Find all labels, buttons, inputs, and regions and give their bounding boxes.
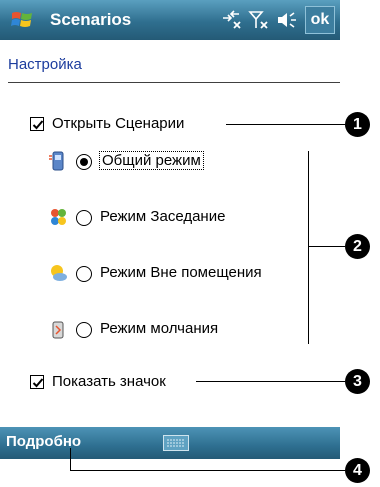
heading-divider	[8, 82, 340, 83]
callout-line-4-vertical	[70, 448, 71, 470]
show-icon-label[interactable]: Показать значок	[52, 373, 166, 390]
keyboard-icon[interactable]	[163, 435, 189, 451]
phone-icon	[49, 151, 64, 171]
radio-mode-outdoor[interactable]	[76, 266, 92, 282]
callout-line-4-horizontal	[70, 470, 345, 471]
callout-marker-4: 4	[345, 458, 370, 483]
menu-bar: Подробно	[0, 427, 340, 459]
callout-marker-3: 3	[345, 369, 370, 394]
page-heading: Настройка	[8, 56, 82, 73]
meeting-icon	[51, 209, 66, 225]
radio-selected-dot	[80, 158, 88, 166]
volume-icon[interactable]	[276, 10, 300, 30]
callout-marker-2: 2	[345, 234, 370, 259]
app-title: Scenarios	[50, 10, 132, 29]
callout-marker-1: 1	[345, 112, 370, 137]
mode-label-silent[interactable]: Режим молчания	[100, 320, 218, 337]
mode-label-meeting[interactable]: Режим Заседание	[100, 208, 225, 225]
radio-mode-general[interactable]	[76, 154, 92, 170]
radio-mode-silent[interactable]	[76, 322, 92, 338]
outdoor-icon	[51, 265, 67, 281]
mode-label-general[interactable]: Общий режим	[99, 151, 204, 170]
callout-bracket-2	[308, 151, 309, 344]
signal-icon[interactable]	[248, 10, 270, 30]
callout-line-3	[196, 381, 345, 382]
windows-start-icon[interactable]	[10, 8, 34, 32]
callout-line-2	[308, 246, 345, 247]
connectivity-icon[interactable]	[220, 10, 242, 30]
callout-line-1	[226, 124, 345, 125]
radio-mode-meeting[interactable]	[76, 210, 92, 226]
checkmark-icon	[32, 378, 44, 388]
open-scenarios-checkbox[interactable]	[30, 117, 44, 131]
open-scenarios-label[interactable]: Открыть Сценарии	[52, 115, 184, 132]
ok-button[interactable]: ok	[305, 6, 335, 34]
silent-icon	[52, 321, 64, 339]
show-icon-checkbox[interactable]	[30, 375, 44, 389]
mode-label-outdoor[interactable]: Режим Вне помещения	[100, 264, 262, 281]
title-bar: Scenarios ok	[0, 0, 340, 40]
checkmark-icon	[32, 120, 44, 130]
status-icons	[220, 9, 300, 31]
